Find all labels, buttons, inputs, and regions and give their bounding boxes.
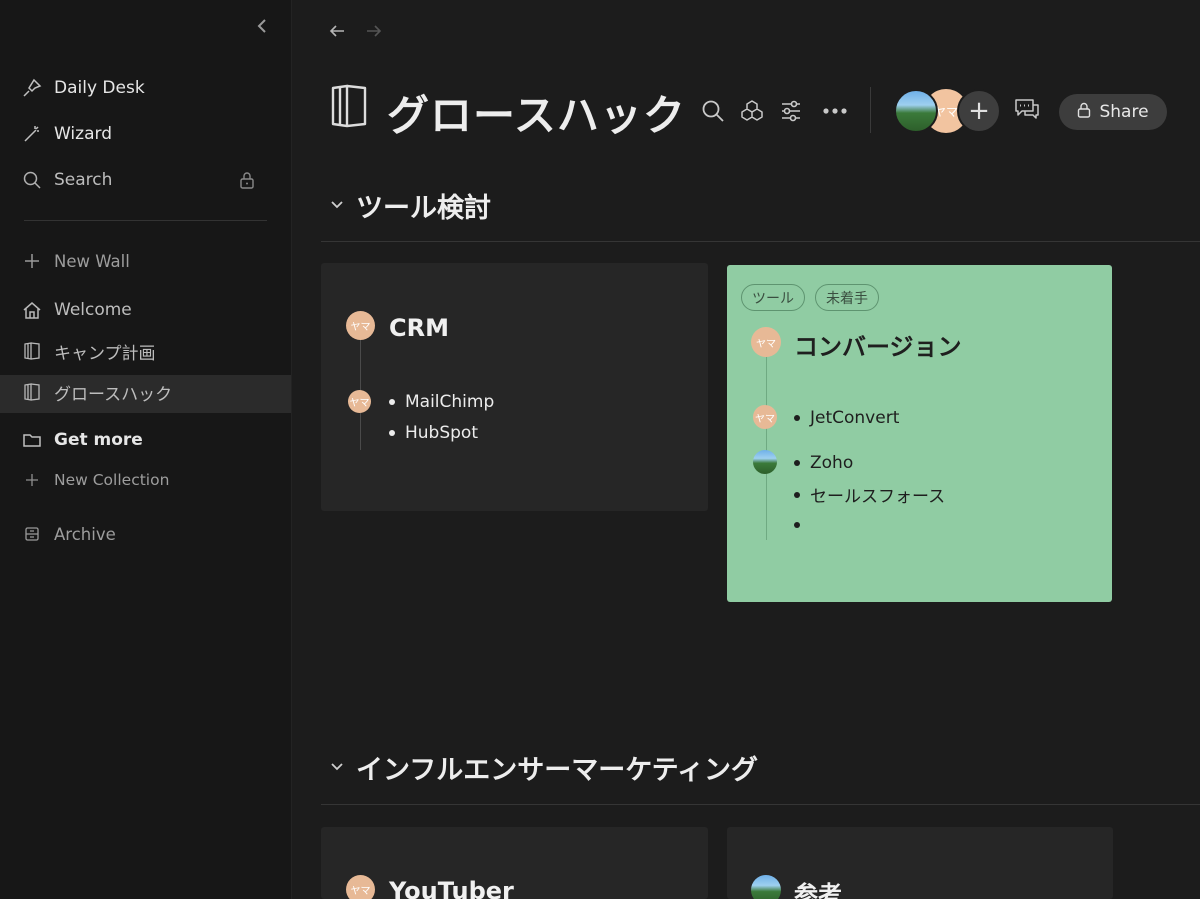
new-collection-button[interactable]: New Collection xyxy=(22,465,169,495)
section-divider xyxy=(321,241,1200,242)
thread-line xyxy=(766,357,767,540)
new-collection-label: New Collection xyxy=(54,471,170,489)
avatar[interactable] xyxy=(894,89,938,133)
avatar: ヤマ xyxy=(751,327,781,357)
avatar: ヤマ xyxy=(348,390,371,413)
sidebar-item-label: Wizard xyxy=(54,124,112,144)
add-member-button[interactable]: + xyxy=(957,89,1001,133)
pin-icon xyxy=(22,78,42,98)
book-icon xyxy=(329,84,369,128)
avatar xyxy=(753,450,777,474)
blocks-icon[interactable] xyxy=(738,97,766,125)
search-icon xyxy=(22,170,42,190)
card[interactable]: 参考 xyxy=(727,827,1113,899)
sidebar-item-wizard[interactable]: Wizard xyxy=(22,119,112,149)
chevron-down-icon[interactable] xyxy=(330,198,346,214)
lock-icon[interactable] xyxy=(238,171,256,189)
sidebar-item-label: Welcome xyxy=(54,300,132,320)
more-options-icon[interactable] xyxy=(821,97,849,125)
archive-label: Archive xyxy=(54,524,116,544)
list-item[interactable]: MailChimp xyxy=(389,392,494,412)
list-item[interactable]: Zoho xyxy=(794,453,853,473)
tag[interactable]: 未着手 xyxy=(815,284,879,311)
archive-button[interactable]: Archive xyxy=(22,519,116,549)
section-title[interactable]: ツール検討 xyxy=(356,186,491,225)
new-wall-label: New Wall xyxy=(54,251,130,271)
sidebar-item-label: Search xyxy=(54,170,113,190)
page-title[interactable]: グロースハック xyxy=(387,82,686,143)
list-item[interactable]: HubSpot xyxy=(389,423,478,443)
collapse-sidebar-icon[interactable] xyxy=(252,18,272,40)
plus-icon xyxy=(22,470,42,490)
section-divider xyxy=(321,804,1200,805)
sidebar-item-search[interactable]: Search xyxy=(22,165,112,195)
sidebar-item-growth-hack[interactable]: グロースハック xyxy=(22,377,172,407)
chevron-down-icon[interactable] xyxy=(330,760,346,776)
lock-icon xyxy=(1077,102,1091,123)
card[interactable]: ヤマ YouTuber xyxy=(321,827,708,899)
list-item[interactable]: JetConvert xyxy=(794,408,899,428)
card-title[interactable]: コンバージョン xyxy=(794,327,962,362)
forward-arrow-icon[interactable] xyxy=(364,22,384,44)
tag[interactable]: ツール xyxy=(741,284,805,311)
list-item[interactable] xyxy=(794,514,810,536)
section-title[interactable]: インフルエンサーマーケティング xyxy=(356,748,758,787)
get-more-label: Get more xyxy=(54,430,143,450)
sidebar-item-label: グロースハック xyxy=(54,384,173,405)
sidebar-item-welcome[interactable]: Welcome xyxy=(22,295,132,325)
sidebar: Daily Desk Wizard Search New Wall Welcom… xyxy=(0,0,292,899)
book-icon xyxy=(22,382,42,402)
new-wall-button[interactable]: New Wall xyxy=(22,246,130,276)
book-icon xyxy=(22,341,42,361)
archive-icon xyxy=(22,524,42,544)
card-title[interactable]: 参考 xyxy=(794,875,842,899)
card-title[interactable]: CRM xyxy=(389,314,449,342)
sidebar-item-daily-desk[interactable]: Daily Desk xyxy=(22,73,145,103)
comments-icon[interactable] xyxy=(1013,97,1041,123)
sidebar-item-label: Daily Desk xyxy=(54,78,145,98)
home-icon xyxy=(22,300,42,320)
back-arrow-icon[interactable] xyxy=(327,22,347,44)
sidebar-item-camp-plan[interactable]: キャンプ計画 xyxy=(22,336,156,366)
card[interactable]: ツール 未着手 ヤマ コンバージョン ヤマ JetConvert Zoho セー… xyxy=(727,265,1112,602)
avatar: ヤマ xyxy=(753,405,777,429)
toolbar-divider xyxy=(870,87,871,133)
search-icon[interactable] xyxy=(699,97,727,125)
share-label: Share xyxy=(1099,102,1149,122)
section-header[interactable]: インフルエンサーマーケティング xyxy=(330,748,758,787)
avatar: ヤマ xyxy=(346,311,375,340)
card-title[interactable]: YouTuber xyxy=(389,877,514,899)
avatar xyxy=(751,875,781,899)
avatar: ヤマ xyxy=(346,875,375,899)
section-header[interactable]: ツール検討 xyxy=(330,186,491,225)
magic-wand-icon xyxy=(22,124,42,144)
plus-icon xyxy=(22,251,42,271)
sidebar-item-label: キャンプ計画 xyxy=(54,343,156,364)
share-button[interactable]: Share xyxy=(1059,94,1167,130)
folder-icon xyxy=(22,430,42,450)
filter-sliders-icon[interactable] xyxy=(777,97,805,125)
list-item[interactable]: セールスフォース xyxy=(794,482,945,507)
sidebar-divider xyxy=(24,220,267,221)
card[interactable]: ヤマ CRM ヤマ MailChimp HubSpot xyxy=(321,263,708,511)
get-more-button[interactable]: Get more xyxy=(22,425,143,455)
